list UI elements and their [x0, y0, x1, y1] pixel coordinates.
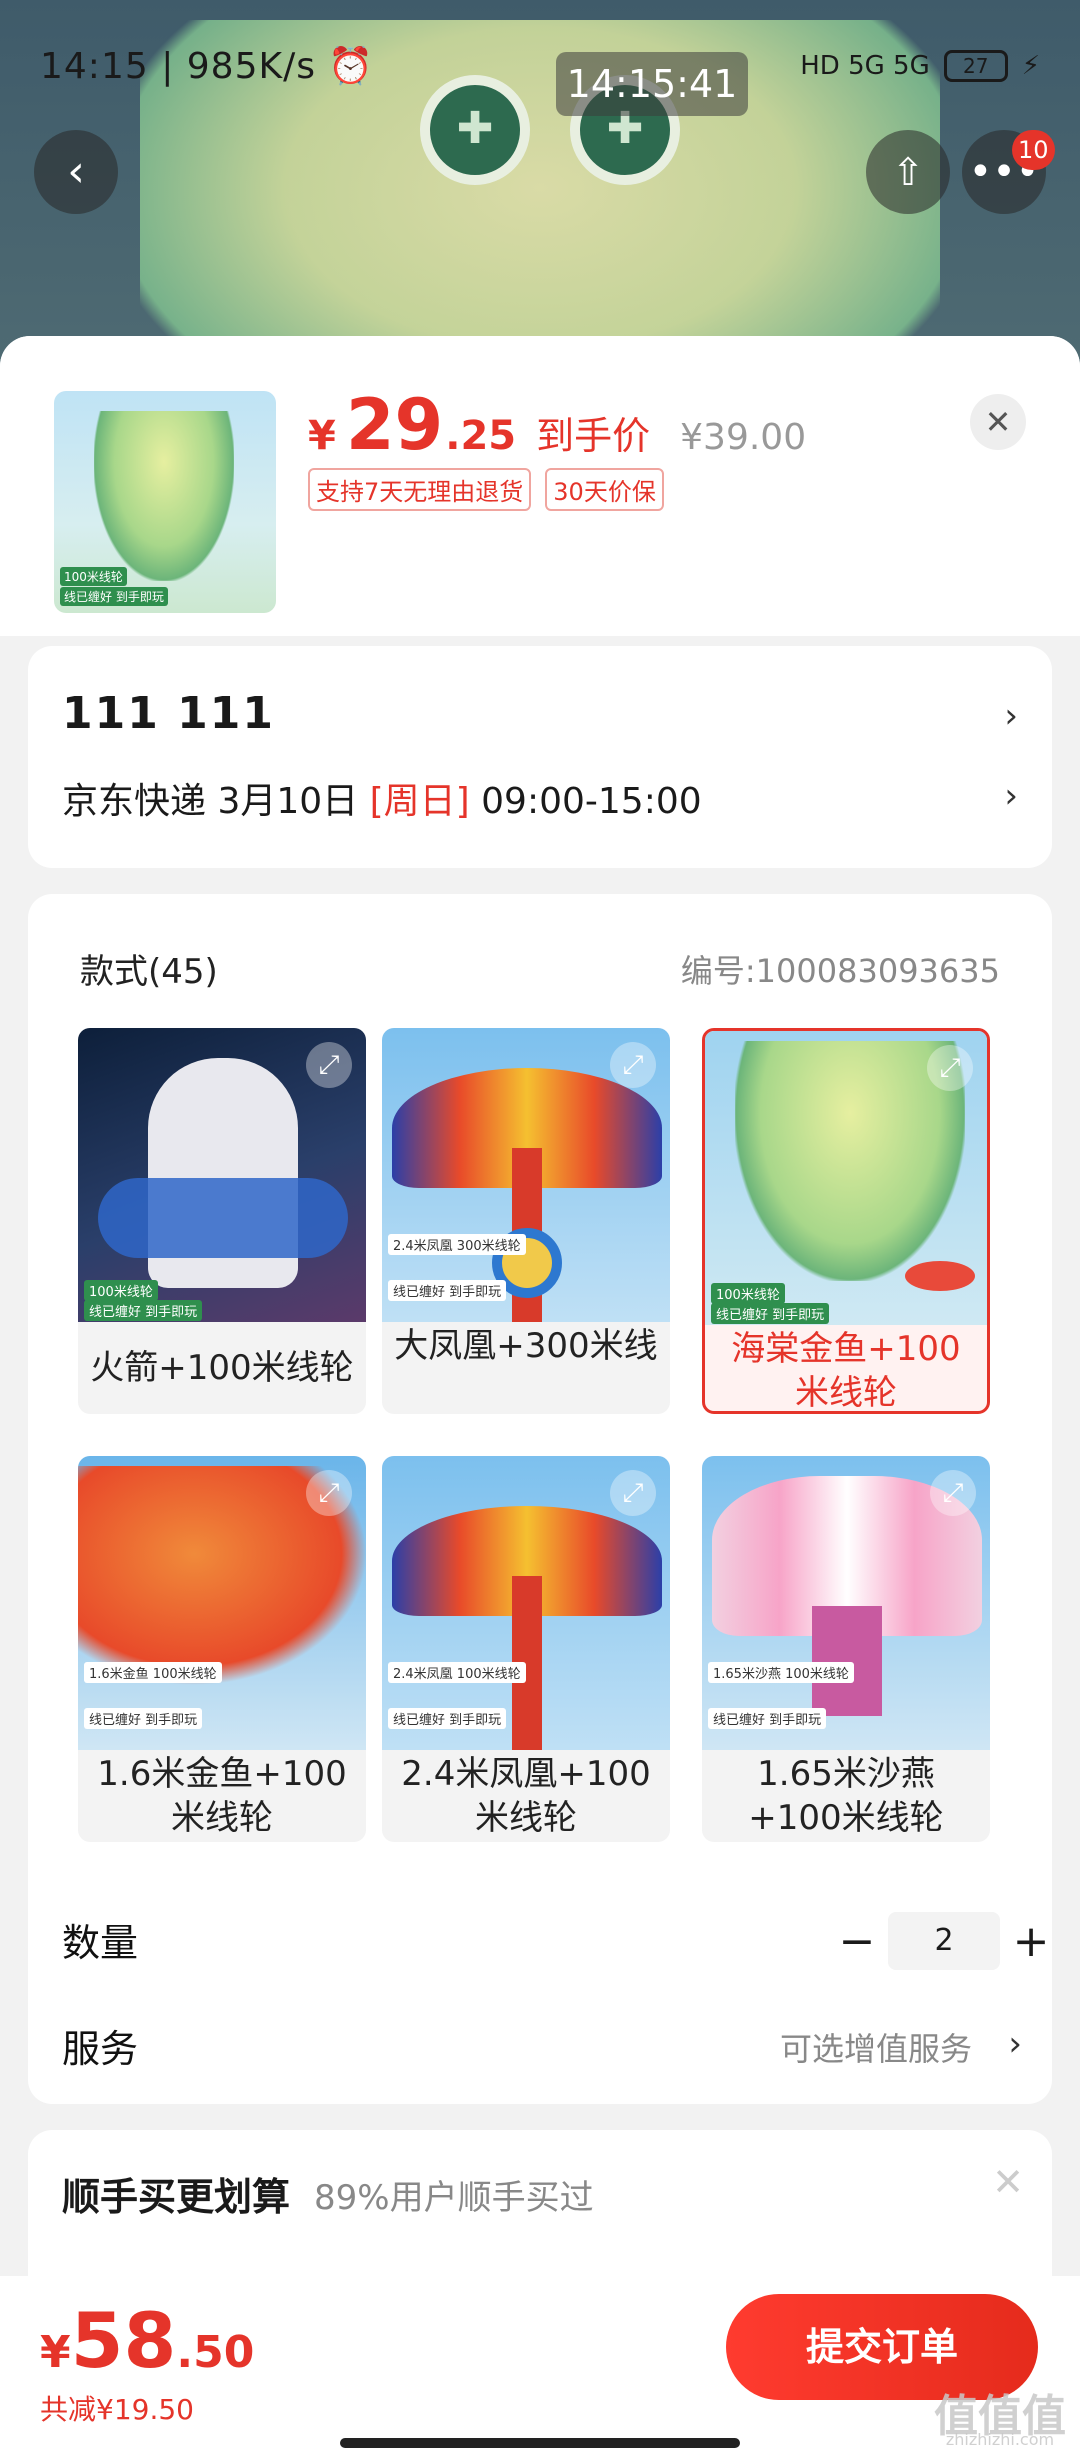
option-goldfish-1-6m[interactable]: ⤢ 1.6米金鱼 100米线轮 线已缠好 到手即玩 1.6米金鱼+100米线轮 — [78, 1456, 366, 1842]
option-phoenix-2-4m[interactable]: ⤢ 2.4米凤凰 100米线轮 线已缠好 到手即玩 2.4米凤凰+100米线轮 — [382, 1456, 670, 1842]
option-label: 1.65米沙燕+100米线轮 — [748, 1754, 944, 1838]
share-icon[interactable]: ⇧ — [866, 130, 950, 214]
rocket-wing — [98, 1178, 348, 1258]
expand-icon[interactable]: ⤢ — [930, 1470, 976, 1516]
image-tag: 线已缠好 到手即玩 — [84, 1708, 203, 1729]
thumb-tag: 线已缠好 到手即玩 — [60, 587, 168, 606]
time-badge: 14:15:41 — [556, 52, 748, 116]
status-bar: 14:15 | 985K/s ⏰ 14:15:41 HD 5G 5G 27 ⚡ — [0, 0, 1080, 130]
quantity-row: 数量 − 2 + — [62, 1912, 1049, 1982]
network-icon: HD 5G 5G — [800, 51, 930, 81]
address-card[interactable]: 111 111 › 京东快递 3月10日 [周日] 09:00-15:00 › — [28, 646, 1052, 868]
chevron-right-icon: › — [1004, 776, 1018, 816]
option-label: 火箭+100米线轮 — [90, 1348, 354, 1388]
image-tag: 线已缠好 到手即玩 — [388, 1708, 507, 1729]
watermark-url: zhizhizhi.com — [945, 2430, 1055, 2449]
battery-icon: 27 — [943, 50, 1008, 82]
status-left: 14:15 | 985K/s ⏰ — [40, 46, 375, 87]
notification-badge: 10 — [1012, 130, 1055, 170]
spec-title: 款式(45) — [80, 952, 218, 992]
service-row[interactable]: 服务 可选增值服务 › — [62, 2018, 1022, 2088]
total-decimal: .50 — [176, 2327, 255, 2378]
option-label: 1.6米金鱼+100米线轮 — [97, 1754, 347, 1838]
image-tag: 2.4米凤凰 100米线轮 — [388, 1662, 526, 1683]
product-code: 编号:100083093635 — [680, 952, 1000, 990]
charging-icon: ⚡ — [1021, 51, 1040, 81]
shipping-prefix: 京东快递 3月10日 — [62, 781, 370, 822]
quantity-plus-button[interactable]: + — [1006, 1912, 1056, 1972]
purchase-sheet: 100米线轮 线已缠好 到手即玩 ¥ 29 .25 到手价 ¥39.00 支持7… — [0, 336, 1080, 2460]
price-symbol: ¥ — [308, 413, 336, 459]
service-label: 服务 — [62, 2027, 139, 2071]
image-tag: 线已缠好 到手即玩 — [388, 1280, 507, 1301]
checkout-bar: ¥ 58 .50 共减¥19.50 提交订单 — [0, 2276, 1080, 2460]
image-tag: 100米线轮 — [84, 1280, 158, 1301]
spool-image — [905, 1261, 975, 1291]
image-tag: 100米线轮 — [711, 1283, 785, 1304]
expand-icon[interactable]: ⤢ — [610, 1042, 656, 1088]
shipping-day: [周日] — [369, 781, 470, 822]
price-decimal: .25 — [445, 413, 517, 459]
image-tag: 1.65米沙燕 100米线轮 — [708, 1662, 854, 1683]
price-tag: 到手价 — [536, 414, 651, 458]
original-price: ¥39.00 — [680, 417, 807, 458]
option-big-phoenix[interactable]: ⤢ 2.4米凤凰 300米线轮 线已缠好 到手即玩 大凤凰+300米线 — [382, 1028, 670, 1414]
product-header: 100米线轮 线已缠好 到手即玩 ¥ 29 .25 到手价 ¥39.00 支持7… — [0, 336, 1080, 636]
total-symbol: ¥ — [40, 2327, 71, 2378]
option-rocket[interactable]: ⤢ 100米线轮 线已缠好 到手即玩 火箭+100米线轮 — [78, 1028, 366, 1414]
thumb-tag: 100米线轮 — [60, 567, 127, 586]
promo-tag-return: 支持7天无理由退货 — [308, 468, 532, 511]
option-label: 2.4米凤凰+100米线轮 — [401, 1754, 651, 1838]
image-tag: 2.4米凤凰 300米线轮 — [388, 1234, 526, 1255]
expand-icon[interactable]: ⤢ — [306, 1470, 352, 1516]
bundle-subtitle: 89%用户顺手买过 — [314, 2178, 594, 2218]
image-tag: 1.6米金鱼 100米线轮 — [84, 1662, 222, 1683]
back-button[interactable]: ‹ — [34, 130, 118, 214]
promo-tags: 支持7天无理由退货 30天价保 — [308, 468, 664, 511]
promo-tag-price-protect: 30天价保 — [545, 468, 664, 511]
service-hint: 可选增值服务 — [779, 2030, 972, 2068]
shipping-info: 京东快递 3月10日 [周日] 09:00-15:00 — [62, 772, 702, 824]
status-right: HD 5G 5G 27 ⚡ — [800, 50, 1040, 82]
expand-icon[interactable]: ⤢ — [927, 1045, 973, 1091]
product-thumbnail[interactable]: 100米线轮 线已缠好 到手即玩 — [54, 391, 276, 613]
address-name: 111 111 — [62, 688, 276, 739]
kite-thumbnail-image — [94, 411, 234, 581]
total-savings: 共减¥19.50 — [40, 2393, 194, 2426]
close-icon[interactable]: ✕ — [970, 394, 1026, 450]
expand-icon[interactable]: ⤢ — [306, 1042, 352, 1088]
spec-card: 款式(45) 编号:100083093635 ⤢ 100米线轮 线已缠好 到手即… — [28, 894, 1052, 2104]
quantity-minus-button[interactable]: − — [832, 1912, 882, 1972]
shipping-time: 09:00-15:00 — [469, 781, 702, 822]
option-swallow-1-65m[interactable]: ⤢ 1.65米沙燕 100米线轮 线已缠好 到手即玩 1.65米沙燕+100米线… — [702, 1456, 990, 1842]
total-price: ¥ 58 .50 — [40, 2296, 254, 2385]
expand-icon[interactable]: ⤢ — [610, 1470, 656, 1516]
swallow-body — [812, 1606, 882, 1716]
total-integer: 58 — [70, 2296, 177, 2385]
image-tag: 线已缠好 到手即玩 — [711, 1303, 830, 1324]
quantity-label: 数量 — [62, 1921, 139, 1965]
home-indicator[interactable] — [340, 2438, 740, 2448]
price-integer: 29 — [345, 384, 444, 466]
chevron-right-icon: › — [1008, 2024, 1022, 2064]
option-label: 海棠金鱼+100米线轮 — [731, 1329, 961, 1413]
close-icon[interactable]: ✕ — [992, 2160, 1024, 2204]
quantity-input[interactable]: 2 — [888, 1912, 1000, 1970]
bundle-title: 顺手买更划算 — [62, 2175, 291, 2219]
option-begonia-goldfish[interactable]: ⤢ 100米线轮 线已缠好 到手即玩 海棠金鱼+100米线轮 — [702, 1028, 990, 1414]
option-label: 大凤凰+300米线 — [394, 1326, 658, 1366]
chevron-right-icon: › — [1004, 696, 1018, 736]
price-line: ¥ 29 .25 到手价 ¥39.00 — [308, 384, 806, 466]
image-tag: 线已缠好 到手即玩 — [84, 1300, 203, 1321]
image-tag: 线已缠好 到手即玩 — [708, 1708, 827, 1729]
